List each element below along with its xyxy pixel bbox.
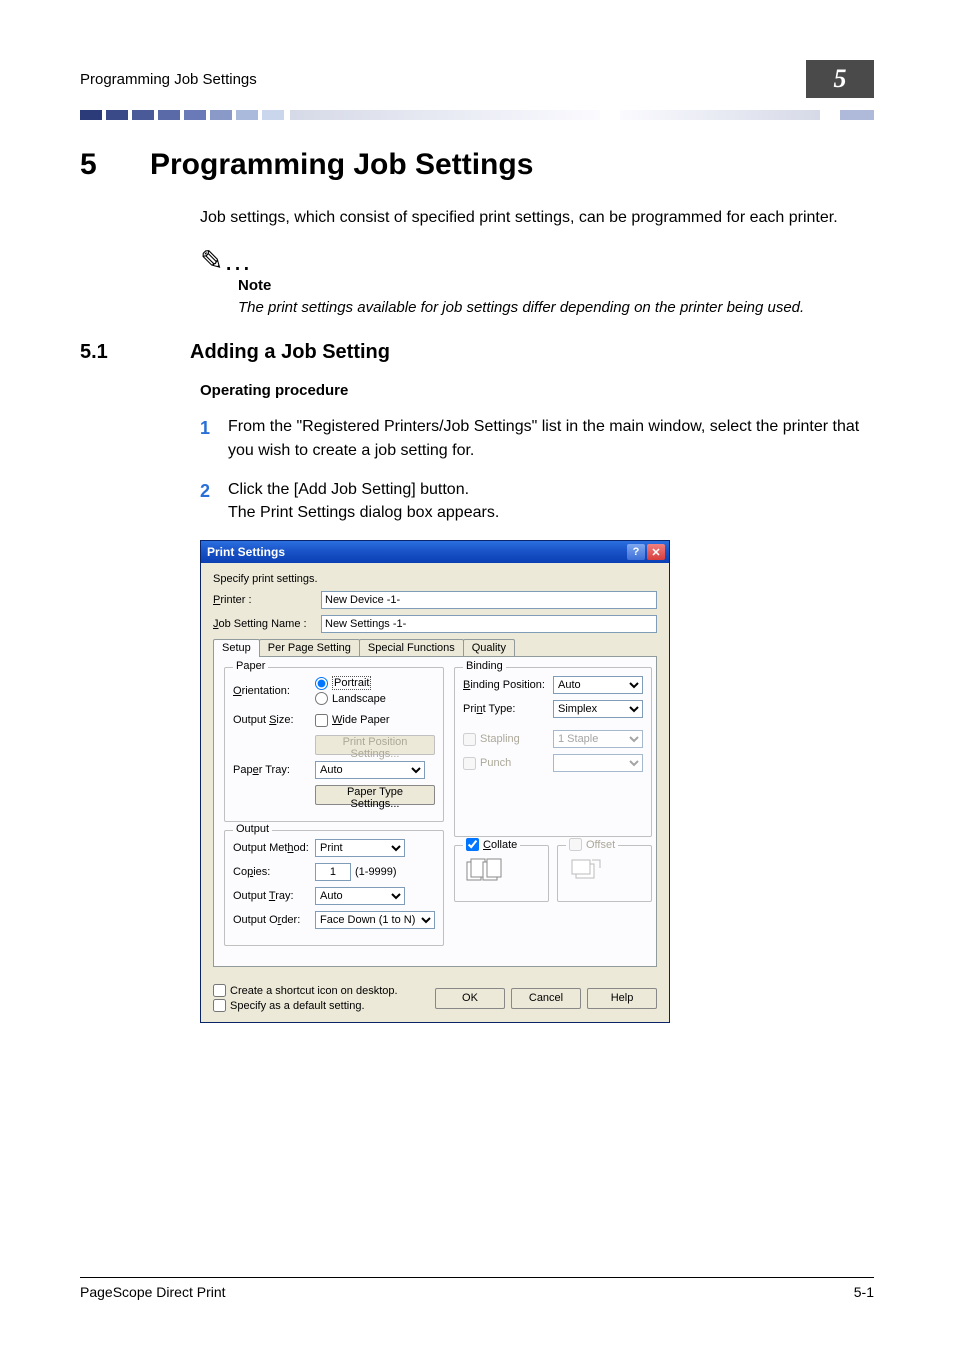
footer-right: 5-1	[854, 1284, 874, 1300]
running-head: Programming Job Settings 5	[80, 60, 874, 98]
create-shortcut-checkbox[interactable]: Create a shortcut icon on desktop.	[213, 984, 429, 997]
output-tray-label: Output Tray:	[233, 890, 315, 902]
step-1: 1 From the "Registered Printers/Job Sett…	[200, 415, 874, 461]
note-icon: ✎…	[200, 247, 874, 275]
orientation-label: Orientation:	[233, 685, 315, 697]
paper-group: Paper Orientation: Portrait Landscape	[224, 667, 444, 822]
punch-select	[553, 754, 643, 772]
binding-group: Binding Binding Position: Auto Print Typ…	[454, 667, 652, 837]
note-block: ✎… Note The print settings available for…	[200, 247, 874, 319]
section-number: 5.1	[80, 341, 190, 364]
paper-type-settings-button[interactable]: Paper Type Settings...	[315, 785, 435, 805]
section-heading: 5.1Adding a Job Setting	[80, 341, 874, 364]
dialog-title: Print Settings	[207, 545, 285, 559]
output-legend: Output	[233, 823, 272, 835]
print-settings-dialog: Print Settings ? ✕ Specify print setting…	[200, 540, 670, 1023]
output-group: Output Output Method: Print Copies:	[224, 830, 444, 946]
offset-icon	[566, 854, 606, 888]
step-text: Click the [Add Job Setting] button. The …	[228, 478, 874, 524]
binding-position-label: Binding Position:	[463, 679, 553, 691]
step-2: 2 Click the [Add Job Setting] button. Th…	[200, 478, 874, 524]
intro-paragraph: Job settings, which consist of specified…	[200, 206, 874, 229]
print-type-label: Print Type:	[463, 703, 553, 715]
binding-legend: Binding	[463, 660, 506, 672]
copies-label: Copies:	[233, 866, 315, 878]
footer-left: PageScope Direct Print	[80, 1284, 226, 1300]
copies-stepper[interactable]	[315, 863, 351, 881]
output-tray-select[interactable]: Auto	[315, 887, 405, 905]
wide-paper-checkbox[interactable]: Wide Paper	[315, 714, 389, 727]
running-head-chapnum: 5	[806, 60, 874, 98]
page-footer: PageScope Direct Print 5-1	[80, 1277, 874, 1300]
printer-label: Printer :	[213, 594, 321, 606]
operating-procedure-subhead: Operating procedure	[200, 380, 874, 402]
collate-checkbox[interactable]: Collate	[463, 838, 520, 851]
chapter-heading: 5Programming Job Settings	[80, 148, 874, 182]
output-order-label: Output Order:	[233, 914, 315, 926]
paper-tray-select[interactable]: Auto	[315, 761, 425, 779]
dialog-titlebar[interactable]: Print Settings ? ✕	[201, 541, 669, 563]
output-method-label: Output Method:	[233, 842, 315, 854]
punch-checkbox: Punch	[463, 757, 553, 770]
orientation-portrait-radio[interactable]: Portrait	[315, 676, 371, 690]
job-setting-name-field[interactable]	[321, 615, 657, 633]
output-order-select[interactable]: Face Down (1 to N)	[315, 911, 435, 929]
tab-per-page-setting[interactable]: Per Page Setting	[259, 639, 360, 657]
chapter-title: Programming Job Settings	[150, 148, 533, 181]
note-text: The print settings available for job set…	[238, 297, 874, 319]
tab-setup[interactable]: Setup	[213, 639, 260, 657]
help-icon[interactable]: ?	[627, 544, 645, 560]
offset-group: Offset	[557, 845, 652, 902]
specify-default-checkbox[interactable]: Specify as a default setting.	[213, 999, 429, 1012]
print-type-select[interactable]: Simplex	[553, 700, 643, 718]
paper-legend: Paper	[233, 660, 268, 672]
collate-icon	[463, 854, 503, 888]
collate-group: Collate	[454, 845, 549, 902]
binding-position-select[interactable]: Auto	[553, 676, 643, 694]
step-number: 1	[200, 415, 228, 461]
tabstrip: Setup Per Page Setting Special Functions…	[213, 639, 657, 657]
output-size-label: Output Size:	[233, 714, 315, 726]
print-position-settings-button: Print Position Settings...	[315, 735, 435, 755]
tab-quality[interactable]: Quality	[463, 639, 515, 657]
running-head-title: Programming Job Settings	[80, 71, 257, 88]
job-setting-name-label: Job Setting Name :	[213, 618, 321, 630]
step-text: From the "Registered Printers/Job Settin…	[228, 415, 874, 461]
paper-tray-label: Paper Tray:	[233, 764, 315, 776]
step-number: 2	[200, 478, 228, 524]
printer-field[interactable]	[321, 591, 657, 609]
stapling-checkbox: Stapling	[463, 733, 553, 746]
ok-button[interactable]: OK	[435, 988, 505, 1009]
tab-special-functions[interactable]: Special Functions	[359, 639, 464, 657]
chapter-number: 5	[80, 148, 150, 182]
section-title: Adding a Job Setting	[190, 341, 390, 363]
stapling-select: 1 Staple	[553, 730, 643, 748]
cancel-button[interactable]: Cancel	[511, 988, 581, 1009]
orientation-landscape-radio[interactable]: Landscape	[315, 692, 386, 705]
note-label: Note	[238, 275, 874, 297]
offset-checkbox: Offset	[566, 838, 618, 851]
help-button[interactable]: Help	[587, 988, 657, 1009]
output-method-select[interactable]: Print	[315, 839, 405, 857]
close-icon[interactable]: ✕	[647, 544, 665, 560]
header-rule	[80, 110, 874, 120]
dialog-header-note: Specify print settings.	[213, 573, 657, 585]
copies-range: (1-9999)	[355, 866, 397, 878]
